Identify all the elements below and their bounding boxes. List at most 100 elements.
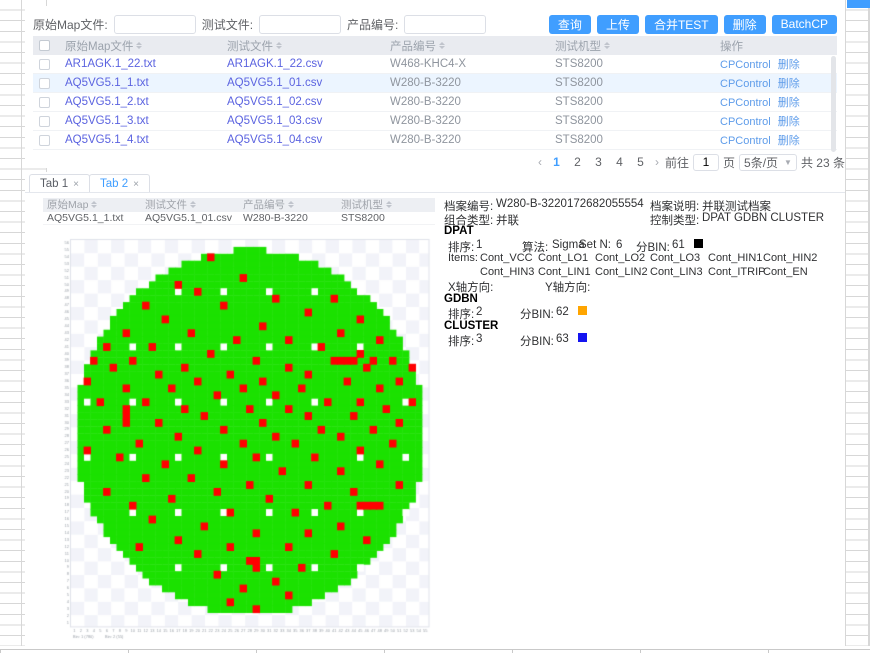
map-file-link[interactable]: AQ5VG5.1_4.txt xyxy=(65,134,149,146)
tab-divider xyxy=(25,192,845,193)
table-row[interactable]: AQ5VG5.1_2.txt AQ5VG5.1_02.csv W280-B-3220… xyxy=(33,93,837,112)
filter-input-0[interactable] xyxy=(114,15,196,34)
test-file-link[interactable]: AQ5VG5.1_03.csv xyxy=(227,115,322,127)
page-number-2[interactable]: 2 xyxy=(569,155,586,169)
machine-cell: STS8200 xyxy=(549,58,714,70)
row-checkbox-cell xyxy=(33,59,59,70)
filter-input-2[interactable] xyxy=(404,15,486,34)
delete-button[interactable]: 删除 xyxy=(724,15,766,34)
product-cell: W280-B-3220 xyxy=(384,77,549,89)
cpcontrol-link[interactable]: CPControl xyxy=(720,135,771,147)
prev-page-icon[interactable]: ‹ xyxy=(536,155,544,169)
actions-cell: CPControl 删除 xyxy=(714,132,832,148)
map-file-cell: AQ5VG5.1_4.txt xyxy=(59,134,221,146)
sort-desc-icon xyxy=(386,205,392,208)
filter-input-1[interactable] xyxy=(259,15,341,34)
sort-icon[interactable] xyxy=(190,201,196,208)
sort-desc-icon xyxy=(190,205,196,208)
table-row[interactable]: AQ5VG5.1_3.txt AQ5VG5.1_03.csv W280-B-3220… xyxy=(33,112,837,131)
table-row[interactable]: AQ5VG5.1_1.txt AQ5VG5.1_01.csv W280-B-3220… xyxy=(33,74,837,93)
test-file-link[interactable]: AR1AGK.1_22.csv xyxy=(227,58,323,70)
detail-table: 原始Map测试文件产品编号测试机型AQ5VG5.1_1.txtAQ5VG5.1_… xyxy=(43,198,435,225)
background-ruler-bottom xyxy=(0,649,870,653)
cpcontrol-link[interactable]: CPControl xyxy=(720,116,771,128)
sort-desc-icon xyxy=(136,46,142,49)
page-number-4[interactable]: 4 xyxy=(611,155,628,169)
page-unit-label: 页 xyxy=(723,154,735,171)
sort-icon[interactable] xyxy=(604,42,610,49)
detail-value-0: AQ5VG5.1_1.txt xyxy=(43,212,141,224)
select-all-checkbox[interactable] xyxy=(39,40,50,51)
goto-page-input[interactable] xyxy=(693,154,719,171)
upload-button[interactable]: 上传 xyxy=(597,15,639,34)
dpat-bin-value: 61 xyxy=(672,239,685,251)
item-name: Cont_LIN3 xyxy=(650,266,703,278)
test-file-link[interactable]: AQ5VG5.1_04.csv xyxy=(227,134,322,146)
tab-1[interactable]: Tab 1 × xyxy=(29,174,90,193)
cluster-bin-color-swatch xyxy=(578,333,587,342)
item-name: Cont_VCC xyxy=(480,252,533,264)
table-row[interactable]: AQ5VG5.1_4.txtAQ5VG5.1_04.csvW280-B-3220… xyxy=(33,131,837,150)
row-delete-link[interactable]: 删除 xyxy=(778,59,800,71)
machine-cell: STS8200 xyxy=(549,134,714,146)
table-scrollbar[interactable] xyxy=(831,56,836,152)
page-number-5[interactable]: 5 xyxy=(632,155,649,169)
row-checkbox[interactable] xyxy=(39,78,50,89)
tab-close-icon[interactable]: × xyxy=(73,179,79,190)
sort-icon[interactable] xyxy=(136,42,142,49)
sort-desc-icon xyxy=(439,46,445,49)
next-page-icon[interactable]: › xyxy=(653,155,661,169)
table-row[interactable]: AR1AGK.1_22.txtAR1AGK.1_22.csvW468-KHC4-… xyxy=(33,55,837,74)
map-file-cell: AR1AGK.1_22.txt xyxy=(59,58,221,70)
map-file-cell: AQ5VG5.1_2.txt xyxy=(59,96,221,108)
sort-icon[interactable] xyxy=(276,42,282,49)
machine-cell: STS8200 xyxy=(549,77,714,89)
sort-icon[interactable] xyxy=(288,201,294,208)
cpcontrol-link[interactable]: CPControl xyxy=(720,97,771,109)
sort-icon[interactable] xyxy=(91,201,97,208)
row-checkbox-cell xyxy=(33,116,59,127)
test-file-cell: AQ5VG5.1_02.csv xyxy=(221,96,384,108)
merge-test-button[interactable]: 合并TEST xyxy=(645,15,718,34)
cpcontrol-link[interactable]: CPControl xyxy=(720,59,771,71)
actions-cell: CPControl 删除 xyxy=(714,75,832,91)
page-size-value: 5条/页 xyxy=(744,154,778,171)
product-cell: W280-B-3220 xyxy=(384,96,549,108)
row-delete-link[interactable]: 删除 xyxy=(778,135,800,147)
product-cell: W280-B-3220 xyxy=(384,115,549,127)
tab-close-icon[interactable]: × xyxy=(133,179,139,190)
query-button[interactable]: 查询 xyxy=(549,15,591,34)
map-file-link[interactable]: AQ5VG5.1_2.txt xyxy=(65,96,149,108)
tab-label: Tab 1 xyxy=(40,178,68,190)
map-file-link[interactable]: AR1AGK.1_22.txt xyxy=(65,58,156,70)
page-size-select[interactable]: 5条/页▼ xyxy=(739,154,797,171)
row-checkbox[interactable] xyxy=(39,97,50,108)
page-number-1[interactable]: 1 xyxy=(548,155,565,169)
row-delete-link[interactable]: 删除 xyxy=(778,116,800,128)
sort-icon[interactable] xyxy=(439,42,445,49)
column-header-label: 测试机型 xyxy=(555,38,601,54)
row-checkbox-cell xyxy=(33,78,59,89)
cpcontrol-link[interactable]: CPControl xyxy=(720,78,771,90)
column-header-5: 操作 xyxy=(714,38,832,54)
test-file-link[interactable]: AQ5VG5.1_02.csv xyxy=(227,96,322,108)
app-root: 原始Map文件:测试文件:产品编号:查询上传合并TEST删除BatchCP 原始… xyxy=(0,0,870,653)
map-file-link[interactable]: AQ5VG5.1_3.txt xyxy=(65,115,149,127)
map-file-cell: AQ5VG5.1_3.txt xyxy=(59,115,221,127)
page-number-3[interactable]: 3 xyxy=(590,155,607,169)
row-delete-link[interactable]: 删除 xyxy=(778,97,800,109)
row-checkbox[interactable] xyxy=(39,116,50,127)
detail-value-2: W280-B-3220 xyxy=(239,212,337,224)
sort-icon[interactable] xyxy=(386,201,392,208)
detail-column-label: 测试文件 xyxy=(145,197,187,212)
row-checkbox[interactable] xyxy=(39,135,50,146)
wafer-map-canvas[interactable] xyxy=(61,230,433,648)
test-file-link[interactable]: AQ5VG5.1_01.csv xyxy=(227,77,322,89)
batchcp-button[interactable]: BatchCP xyxy=(772,15,837,34)
row-checkbox[interactable] xyxy=(39,59,50,70)
file-list-card: 原始Map文件:测试文件:产品编号:查询上传合并TEST删除BatchCP 原始… xyxy=(25,6,845,168)
tab-2[interactable]: Tab 2× xyxy=(89,174,150,193)
row-delete-link[interactable]: 删除 xyxy=(778,78,800,90)
map-file-link[interactable]: AQ5VG5.1_1.txt xyxy=(65,77,149,89)
header-checkbox-cell xyxy=(33,40,59,51)
